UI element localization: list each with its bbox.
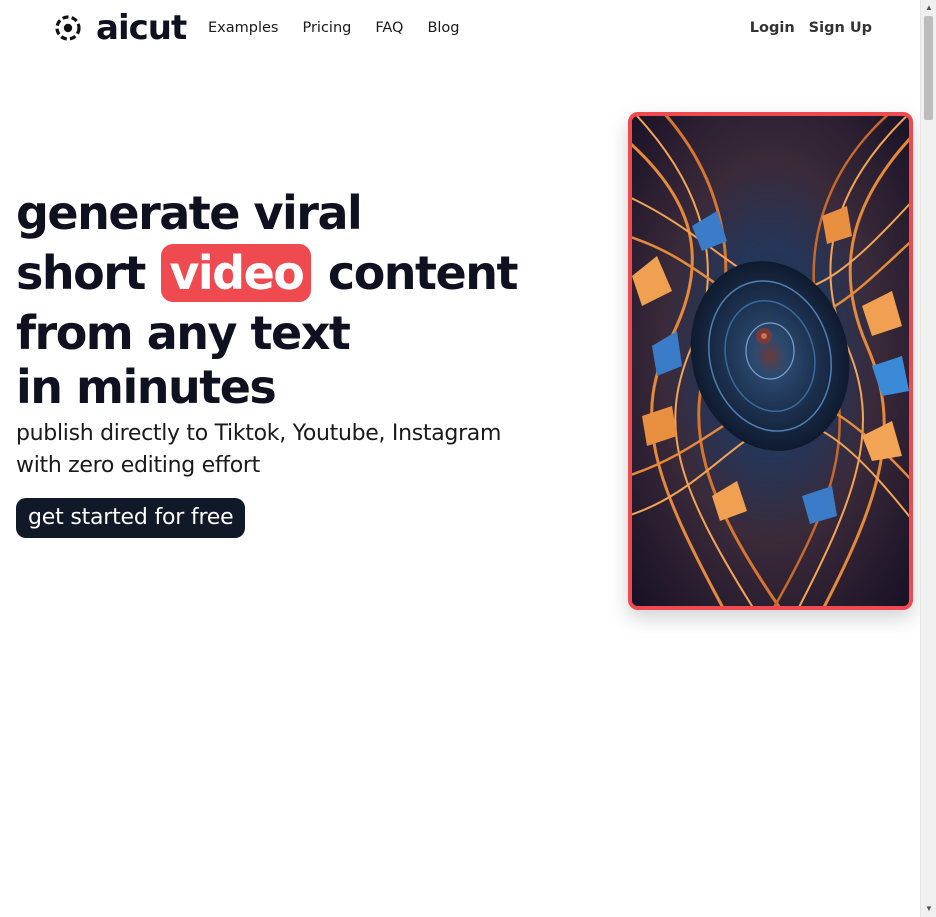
- login-link[interactable]: Login: [750, 18, 795, 38]
- signup-link[interactable]: Sign Up: [809, 18, 872, 38]
- nav-link-faq[interactable]: FAQ: [375, 18, 403, 38]
- headline-word-content: content: [327, 246, 519, 300]
- headline-word-short: short: [16, 246, 146, 300]
- nav-link-examples[interactable]: Examples: [208, 18, 278, 38]
- headline-line-4: in minutes: [16, 360, 277, 414]
- scroll-down-arrow-icon[interactable]: ▼: [921, 901, 936, 917]
- video-preview[interactable]: [628, 112, 913, 610]
- headline-highlight-video: video: [161, 244, 312, 302]
- headline-line-1: generate viral: [16, 186, 363, 240]
- get-started-button[interactable]: get started for free: [16, 498, 246, 538]
- hero-subtitle: publish directly to Tiktok, Youtube, Ins…: [16, 418, 576, 482]
- scroll-up-arrow-icon[interactable]: ▲: [921, 0, 936, 16]
- nav-link-blog[interactable]: Blog: [427, 18, 459, 38]
- top-navbar: aicut Examples Pricing FAQ Blog Login Si…: [0, 0, 920, 56]
- headline-line-3: from any text: [16, 306, 351, 360]
- brand-logo[interactable]: aicut: [54, 8, 187, 48]
- subtitle-line-2: with zero editing effort: [16, 453, 260, 478]
- headline-line-2: short video content: [16, 244, 576, 304]
- page-scrollbar[interactable]: ▲ ▼: [920, 0, 936, 917]
- nav-links: Examples Pricing FAQ Blog: [208, 18, 484, 38]
- abstract-video-preview: [632, 116, 909, 606]
- hero-section: generate viral short video content from …: [16, 184, 576, 538]
- hero-headline: generate viral short video content from …: [16, 184, 576, 412]
- nav-link-pricing[interactable]: Pricing: [302, 18, 351, 38]
- aicut-logo-icon: [55, 15, 81, 41]
- brand-name: aicut: [96, 8, 187, 48]
- auth-links: Login Sign Up: [736, 18, 872, 38]
- subtitle-line-1: publish directly to Tiktok, Youtube, Ins…: [16, 421, 502, 446]
- scroll-thumb[interactable]: [924, 16, 933, 120]
